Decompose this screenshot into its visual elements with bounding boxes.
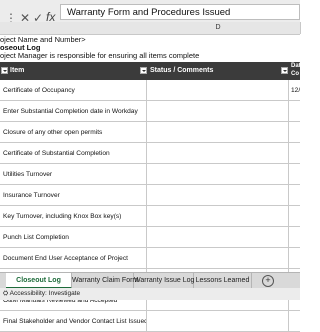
date-cell[interactable] [289, 311, 300, 332]
table-row: Key Turnover, including Knox Box key(s) [0, 206, 300, 227]
date-cell[interactable]: 12/ [289, 80, 300, 101]
status-cell[interactable] [147, 185, 289, 206]
status-cell[interactable] [147, 311, 289, 332]
table-row: Enter Substantial Completion date in Wor… [0, 101, 300, 122]
table-row: Closure of any other open permits [0, 122, 300, 143]
column-date-header: Dat Co [291, 63, 300, 77]
item-cell[interactable]: Punch List Completion [0, 227, 147, 248]
responsibility-note: oject Manager is responsible for ensurin… [0, 51, 200, 60]
date-cell[interactable] [289, 185, 300, 206]
status-cell[interactable] [147, 248, 289, 269]
column-status-header: Status / Comments [150, 67, 214, 74]
item-cell[interactable]: Closure of any other open permits [0, 122, 147, 143]
filter-dropdown-icon[interactable] [140, 67, 147, 74]
tab-closeout-log[interactable]: Closeout Log [6, 273, 72, 289]
accessibility-status[interactable]: Accessibility: Investigate [10, 290, 80, 297]
table-row: Insurance Turnover [0, 185, 300, 206]
tab-lessons-learned[interactable]: Lessons Learned [194, 273, 252, 289]
status-cell[interactable] [147, 80, 289, 101]
status-bar: ⛭ Accessibility: Investigate [0, 288, 300, 300]
date-cell[interactable] [289, 143, 300, 164]
item-cell[interactable]: Final Stakeholder and Vendor Contact Lis… [0, 311, 147, 332]
sheet-tabs: Closeout Log Warranty Claim Form Warrant… [0, 272, 300, 289]
tab-warranty-claim-form[interactable]: Warranty Claim Form [72, 273, 138, 289]
status-cell[interactable] [147, 122, 289, 143]
column-header-e[interactable] [289, 22, 301, 34]
item-cell[interactable]: Document End User Acceptance of Project [0, 248, 147, 269]
filter-dropdown-icon[interactable] [1, 67, 8, 74]
status-cell[interactable] [147, 206, 289, 227]
date-cell[interactable] [289, 248, 300, 269]
formula-input[interactable]: Warranty Form and Procedures Issued [60, 4, 300, 20]
status-cell[interactable] [147, 101, 289, 122]
table-row: Punch List Completion [0, 227, 300, 248]
date-cell[interactable] [289, 164, 300, 185]
table-row: Certificate of Occupancy 12/ [0, 80, 300, 101]
formula-bar: ⋮ ✕ ✓ fx Warranty Form and Procedures Is… [0, 0, 301, 35]
tab-warranty-issue-log[interactable]: Warranty Issue Log [134, 273, 194, 289]
date-cell[interactable] [289, 122, 300, 143]
accessibility-icon[interactable]: ⛭ [3, 290, 8, 297]
status-cell[interactable] [147, 143, 289, 164]
table-row: Utilities Turnover [0, 164, 300, 185]
item-cell[interactable]: Enter Substantial Completion date in Wor… [0, 101, 147, 122]
table-row: Final Stakeholder and Vendor Contact Lis… [0, 311, 300, 332]
date-cell[interactable] [289, 206, 300, 227]
filter-dropdown-icon[interactable] [281, 67, 288, 74]
column-header-c[interactable] [0, 22, 148, 34]
status-cell[interactable] [147, 164, 289, 185]
table-row: Certificate of Substantial Completion [0, 143, 300, 164]
table-header: Item Status / Comments Dat Co [0, 62, 300, 80]
item-cell[interactable]: Key Turnover, including Knox Box key(s) [0, 206, 147, 227]
item-cell[interactable]: Certificate of Occupancy [0, 80, 147, 101]
add-sheet-icon[interactable]: + [262, 275, 274, 287]
date-cell[interactable] [289, 101, 300, 122]
column-item-header: Item [10, 67, 25, 74]
item-cell[interactable]: Utilities Turnover [0, 164, 147, 185]
item-cell[interactable]: Insurance Turnover [0, 185, 147, 206]
column-header-d[interactable]: D [147, 22, 290, 34]
date-cell[interactable] [289, 227, 300, 248]
table-row: Document End User Acceptance of Project [0, 248, 300, 269]
item-cell[interactable]: Certificate of Substantial Completion [0, 143, 147, 164]
status-cell[interactable] [147, 227, 289, 248]
